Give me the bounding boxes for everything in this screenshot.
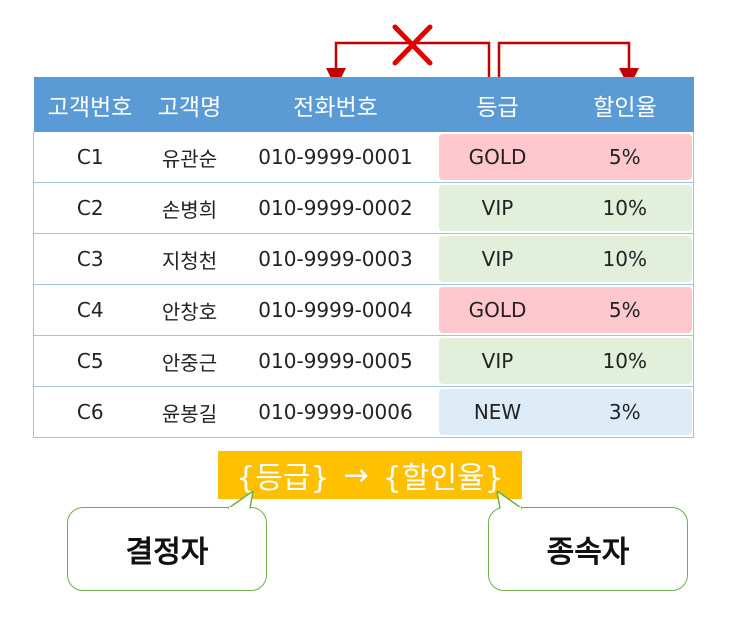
cell-customer-name: 지청천 — [146, 233, 233, 285]
cell-discount-rate: 10% — [556, 233, 694, 285]
cell-customer-id: C6 — [33, 386, 147, 438]
header-customer-name: 고객명 — [146, 77, 233, 132]
table-row: C6 윤봉길 010-9999-0006 NEW 3% — [33, 386, 694, 438]
cell-phone: 010-9999-0001 — [232, 132, 439, 183]
header-grade: 등급 — [438, 77, 557, 132]
dependent-callout: 종속자 — [488, 491, 688, 591]
cell-customer-id: C4 — [33, 284, 147, 336]
cell-grade-text: NEW — [473, 400, 522, 424]
cell-discount-rate-text: 10% — [602, 247, 647, 271]
table-row: C5 안중근 010-9999-0005 VIP 10% — [33, 335, 694, 387]
cell-grade: GOLD — [438, 132, 557, 183]
cell-grade-text: VIP — [481, 349, 514, 373]
cell-grade-text: GOLD — [468, 145, 527, 169]
callout-tail — [496, 491, 522, 509]
arrow-label: → — [343, 457, 369, 493]
customer-table: 고객번호 고객명 전화번호 등급 할인율 C1 유관순 010-9999-0001 G… — [33, 77, 694, 438]
cell-grade-text: VIP — [481, 196, 514, 220]
table-row: C3 지청천 010-9999-0003 VIP 10% — [33, 233, 694, 285]
cell-discount-rate-text: 10% — [602, 349, 647, 373]
cell-phone: 010-9999-0005 — [232, 335, 439, 387]
dependent-label: {할인율} — [382, 461, 504, 496]
table-row: C4 안창호 010-9999-0004 GOLD 5% — [33, 284, 694, 336]
cell-discount-rate: 5% — [556, 132, 694, 183]
cell-phone: 010-9999-0002 — [232, 182, 439, 234]
cell-grade: NEW — [438, 386, 557, 438]
cell-grade-text: VIP — [481, 247, 514, 271]
cell-grade: VIP — [438, 335, 557, 387]
cell-customer-id: C5 — [33, 335, 147, 387]
table-row: C1 유관순 010-9999-0001 GOLD 5% — [33, 132, 694, 183]
cell-discount-rate: 3% — [556, 386, 694, 438]
cell-discount-rate-text: 5% — [608, 145, 641, 169]
determinant-callout-text: 결정자 — [125, 535, 209, 570]
cross-icon — [392, 24, 433, 66]
cell-discount-rate: 10% — [556, 335, 694, 387]
cell-customer-name: 안중근 — [146, 335, 233, 387]
cell-phone: 010-9999-0004 — [232, 284, 439, 336]
cell-customer-name: 유관순 — [146, 132, 233, 183]
cell-customer-name: 손병희 — [146, 182, 233, 234]
header-discount-rate: 할인율 — [556, 77, 694, 132]
functional-dependency-box: {등급} → {할인율} — [218, 451, 522, 499]
cell-discount-rate-text: 5% — [608, 298, 641, 322]
cell-customer-id: C1 — [33, 132, 147, 183]
cell-discount-rate-text: 3% — [608, 400, 641, 424]
cell-grade: VIP — [438, 233, 557, 285]
cell-customer-id: C3 — [33, 233, 147, 285]
cell-customer-name: 윤봉길 — [146, 386, 233, 438]
header-customer-id: 고객번호 — [33, 77, 147, 132]
cell-customer-id: C2 — [33, 182, 147, 234]
header-phone: 전화번호 — [232, 77, 439, 132]
cell-phone: 010-9999-0003 — [232, 233, 439, 285]
cell-discount-rate: 10% — [556, 182, 694, 234]
table-header-row: 고객번호 고객명 전화번호 등급 할인율 — [33, 77, 694, 132]
cell-discount-rate: 5% — [556, 284, 694, 336]
table-row: C2 손병희 010-9999-0002 VIP 10% — [33, 182, 694, 234]
dependent-callout-text: 종속자 — [546, 535, 630, 570]
cell-grade: GOLD — [438, 284, 557, 336]
cell-grade-text: GOLD — [468, 298, 527, 322]
cell-customer-name: 안창호 — [146, 284, 233, 336]
callout-tail — [228, 491, 254, 509]
cell-phone: 010-9999-0006 — [232, 386, 439, 438]
cell-grade: VIP — [438, 182, 557, 234]
cell-discount-rate-text: 10% — [602, 196, 647, 220]
determinant-callout: 결정자 — [67, 491, 267, 591]
